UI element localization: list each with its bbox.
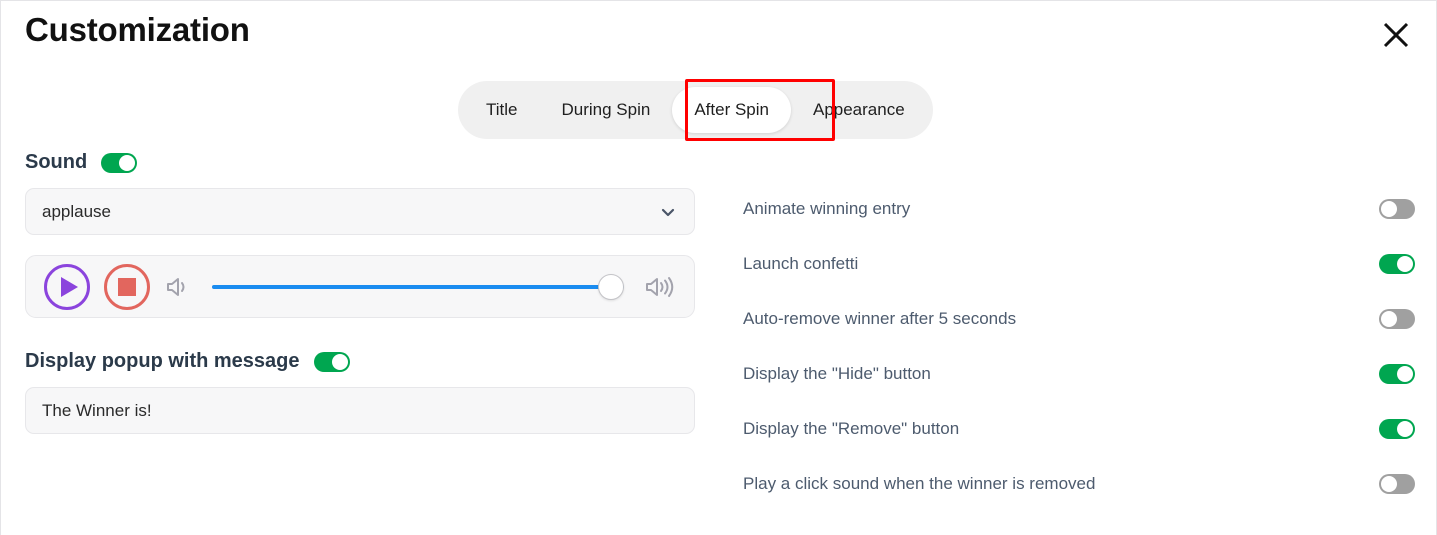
left-column: Sound applause Display popup with messag…: [25, 151, 695, 434]
option-row-display-remove-button: Display the "Remove" button: [743, 401, 1415, 456]
toggle-knob: [331, 353, 348, 370]
play-click-sound-toggle[interactable]: [1379, 473, 1415, 494]
sound-toggle[interactable]: [101, 152, 138, 173]
option-row-animate-winning-entry: Animate winning entry: [743, 181, 1415, 236]
tab-after-spin[interactable]: After Spin: [672, 87, 791, 133]
option-row-play-click-sound: Play a click sound when the winner is re…: [743, 456, 1415, 511]
option-label: Play a click sound when the winner is re…: [743, 473, 1096, 493]
option-row-display-hide-button: Display the "Hide" button: [743, 346, 1415, 401]
option-label: Display the "Remove" button: [743, 418, 960, 438]
tab-appearance[interactable]: Appearance: [791, 87, 927, 133]
chevron-down-icon: [658, 202, 678, 222]
toggle-knob: [1381, 475, 1397, 492]
auto-remove-winner-toggle[interactable]: [1379, 308, 1415, 329]
sound-select-value: applause: [42, 201, 112, 221]
display-hide-button-toggle[interactable]: [1379, 363, 1415, 384]
volume-low-icon[interactable]: [164, 274, 192, 300]
slider-fill: [212, 284, 624, 289]
slider-thumb[interactable]: [598, 273, 624, 300]
close-button[interactable]: [1374, 13, 1418, 57]
sound-select[interactable]: applause: [25, 188, 695, 235]
popup-section-header: Display popup with message: [25, 350, 695, 373]
option-label: Display the "Hide" button: [743, 363, 931, 383]
close-icon: [1381, 20, 1411, 50]
popup-section: Display popup with message The Winner is…: [25, 350, 695, 434]
right-column: Animate winning entry Launch confetti Au…: [743, 181, 1415, 511]
stop-button[interactable]: [104, 263, 150, 310]
volume-slider[interactable]: [212, 273, 624, 300]
toggle-knob: [119, 154, 136, 171]
sound-section-header: Sound: [25, 151, 695, 174]
toggle-knob: [1397, 365, 1413, 382]
tab-during-spin[interactable]: During Spin: [540, 87, 673, 133]
volume-high-icon[interactable]: [644, 274, 676, 300]
display-remove-button-toggle[interactable]: [1379, 418, 1415, 439]
play-button[interactable]: [44, 263, 90, 310]
animate-winning-entry-toggle[interactable]: [1379, 198, 1415, 219]
customization-dialog: Customization Title During Spin After Sp…: [0, 0, 1437, 535]
toggle-knob: [1397, 420, 1413, 437]
popup-toggle[interactable]: [313, 351, 350, 372]
popup-message-value: The Winner is!: [42, 400, 152, 420]
toggle-knob: [1397, 255, 1413, 272]
option-row-auto-remove-winner: Auto-remove winner after 5 seconds: [743, 291, 1415, 346]
option-label: Animate winning entry: [743, 198, 911, 218]
page-title: Customization: [25, 11, 250, 48]
toggle-knob: [1381, 310, 1397, 327]
option-label: Launch confetti: [743, 253, 859, 273]
audio-player: [25, 255, 695, 318]
play-icon: [61, 276, 78, 297]
option-label: Auto-remove winner after 5 seconds: [743, 308, 1017, 328]
tab-bar: Title During Spin After Spin Appearance: [458, 81, 933, 139]
popup-label: Display popup with message: [25, 350, 300, 372]
tab-title[interactable]: Title: [464, 87, 540, 133]
toggle-knob: [1381, 200, 1397, 217]
launch-confetti-toggle[interactable]: [1379, 253, 1415, 274]
stop-icon: [118, 277, 136, 296]
option-row-launch-confetti: Launch confetti: [743, 236, 1415, 291]
sound-label: Sound: [25, 151, 88, 173]
popup-message-input[interactable]: The Winner is!: [25, 387, 695, 434]
